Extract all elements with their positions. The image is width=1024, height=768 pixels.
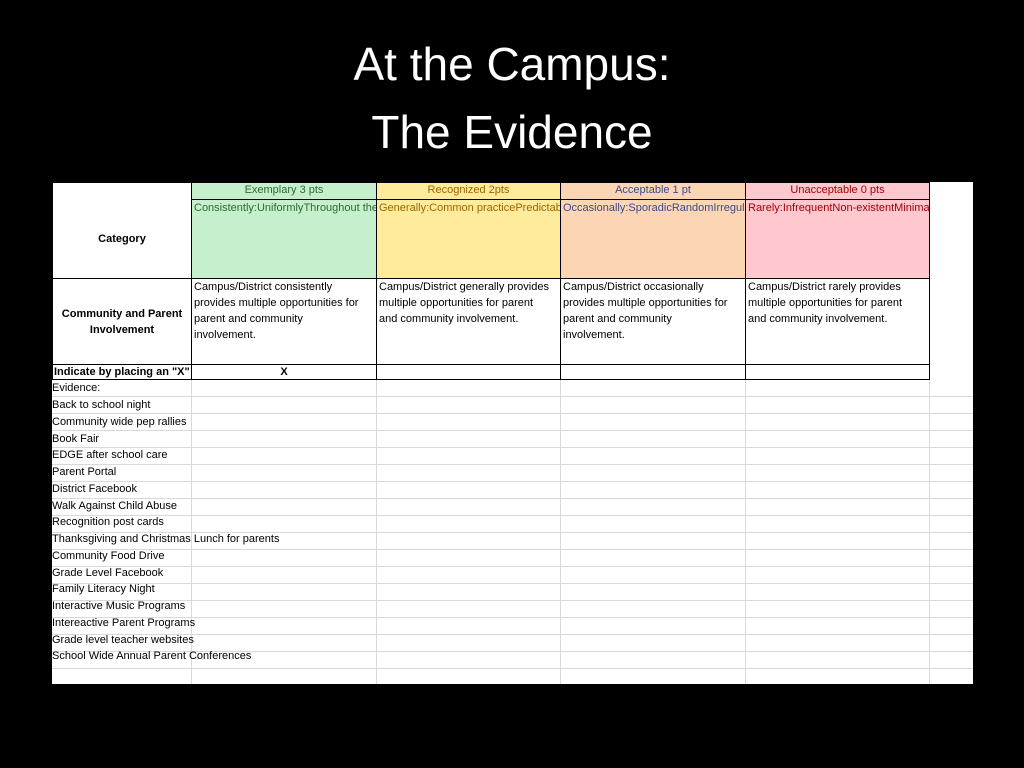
level-descriptors-0: Consistently:UniformlyThroughout the yea… (191, 199, 377, 279)
descriptor-3-1: Infrequent (782, 202, 833, 214)
description-line-2-3: involvement. (563, 329, 625, 341)
descriptor-1-2: Predictable (515, 202, 560, 214)
descriptor-2-3: Irregular (713, 202, 745, 214)
mark-cell-3[interactable] (745, 364, 930, 380)
description-line-0-0: Campus/District consistently (194, 281, 333, 293)
evidence-item: Interactive Music Programs (52, 600, 186, 612)
description-line-2-0: Campus/District occasionally (563, 281, 704, 293)
indicate-label: Indicate by placing an "X" (52, 364, 192, 380)
description-line-2-2: parent and community (563, 313, 672, 325)
level-descriptors-1: Generally:Common practicePredictableTypi… (376, 199, 561, 279)
evidence-item: Walk Against Child Abuse (52, 499, 177, 512)
description-line-3-1: multiple opportunities for parent (748, 297, 903, 309)
evidence-item: Parent Portal (52, 466, 117, 478)
level-header-3: Unacceptable 0 pts (745, 182, 930, 200)
category-cell: Category (52, 199, 192, 279)
evidence-item: Grade Level Facebook (52, 566, 164, 579)
descriptor-1-0: Generally: (379, 202, 430, 214)
slide-title: At the Campus: The Evidence (0, 30, 1024, 166)
descriptor-0-2: Throughout the year (303, 202, 377, 214)
title-line-2: The Evidence (371, 106, 653, 158)
descriptor-2-1: Sporadic (628, 202, 672, 214)
title-line-1: At the Campus: (353, 38, 671, 90)
descriptor-0-0: Consistently: (194, 202, 257, 214)
description-line-1-1: multiple opportunities for parent (379, 297, 534, 309)
mark-cell-2[interactable] (560, 364, 746, 380)
evidence-item: Thanksgiving and Christmas Lunch for par… (52, 533, 280, 545)
description-line-1-0: Campus/District generally provides (379, 281, 549, 293)
evidence-item: Community Food Drive (52, 549, 165, 562)
rubric-spreadsheet: Category Exemplary 3 pts Consistently:Unif… (52, 182, 973, 684)
descriptor-3-0: Rarely: (748, 202, 783, 214)
category-header-blank (52, 182, 192, 200)
descriptor-3-2: Non-existent (832, 202, 895, 214)
description-line-2-1: provides multiple opportunities for (563, 297, 728, 309)
evidence-item: Family Literacy Night (52, 583, 155, 596)
description-line-0-3: involvement. (194, 329, 256, 341)
level-header-2: Acceptable 1 pt (560, 182, 746, 200)
row-label-line-2: Involvement (89, 323, 155, 336)
descriptor-3-3: Minimal (894, 202, 930, 214)
descriptor-2-0: Occasionally: (563, 202, 629, 214)
level-header-1: Recognized 2pts (376, 182, 561, 200)
evidence-item: Back to school night (52, 399, 151, 411)
description-2: Campus/District occasionally provides mul… (560, 278, 746, 365)
evidence-item: Book Fair (52, 432, 100, 445)
mark-cell-0[interactable]: X (191, 364, 377, 380)
category-label: Category (98, 232, 146, 245)
level-descriptors-2: Occasionally:SporadicRandomIrregularBy c… (560, 199, 746, 279)
evidence-item: Intereactive Parent Programs (52, 616, 196, 629)
mark-cell-1[interactable] (376, 364, 561, 380)
description-line-3-0: Campus/District rarely provides (748, 281, 901, 293)
evidence-heading: Evidence: (52, 382, 101, 394)
description-line-3-2: and community involvement. (748, 313, 888, 325)
evidence-item: Grade level teacher websites (52, 633, 194, 646)
row-label-community: Community and Parent Involvement (52, 278, 192, 365)
description-0: Campus/District consistently provides mul… (191, 278, 377, 365)
description-3: Campus/District rarely provides multiple … (745, 278, 930, 365)
descriptor-1-1: Common practice (429, 202, 516, 214)
evidence-item: School Wide Annual Parent Conferences (52, 650, 252, 663)
evidence-item: EDGE after school care (52, 449, 168, 462)
description-line-1-2: and community involvement. (379, 313, 519, 325)
evidence-item: District Facebook (52, 482, 137, 495)
description-1: Campus/District generally provides multip… (376, 278, 561, 365)
evidence-item: Community wide pep rallies (52, 415, 187, 428)
evidence-item: Recognition post cards (52, 516, 164, 529)
level-header-0: Exemplary 3 pts (191, 182, 377, 200)
description-line-0-2: parent and community (194, 313, 303, 325)
description-line-0-1: provides multiple opportunities for (194, 297, 359, 309)
row-label-line-1: Community and Parent (61, 307, 183, 320)
descriptor-2-2: Random (671, 202, 714, 214)
descriptor-0-1: Uniformly (256, 202, 304, 214)
level-descriptors-3: Rarely:InfrequentNon-existentMinimalHard… (745, 199, 930, 279)
